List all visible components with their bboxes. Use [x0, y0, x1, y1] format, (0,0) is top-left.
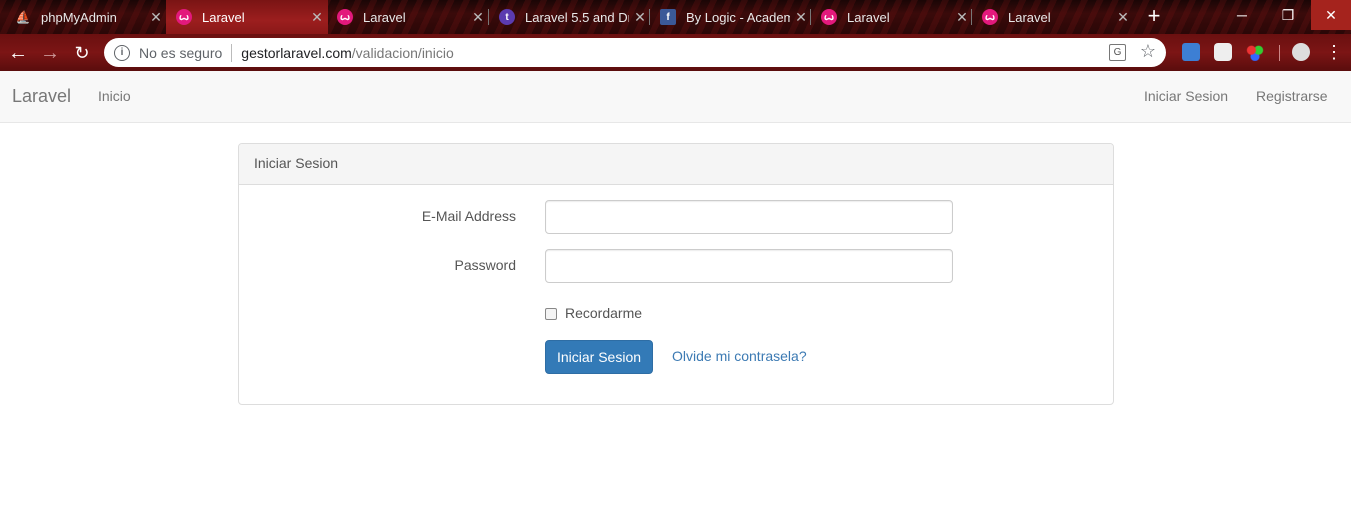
minimize-icon: ─	[1237, 7, 1247, 23]
tab-title: Laravel	[847, 9, 890, 25]
laravel-icon: ꙍ	[176, 9, 192, 25]
nav-link-inicio[interactable]: Inicio	[98, 88, 131, 104]
tab-laravel[interactable]: ꙍ Laravel ✕	[811, 0, 973, 34]
browser-tabstrip: ⛵ phpMyAdmin ✕ ꙍ Laravel ✕ ꙍ Laravel ✕ t…	[0, 0, 1351, 34]
url-host: gestorlaravel.com	[241, 44, 352, 61]
nav-link-iniciar-sesion[interactable]: Iniciar Sesion	[1144, 88, 1228, 104]
extension-icon[interactable]	[1182, 43, 1200, 61]
browser-toolbar: ← → ↻ i No es seguro gestorlaravel.com /…	[0, 34, 1351, 71]
restore-icon: ❐	[1281, 6, 1295, 23]
close-tab-icon[interactable]: ✕	[629, 9, 651, 26]
tab-title: By Logic - Academ	[686, 9, 790, 25]
tab-title: phpMyAdmin	[41, 9, 117, 25]
restore-button[interactable]: ❐	[1265, 0, 1311, 30]
facebook-icon: f	[660, 9, 676, 25]
nav-link-registrarse[interactable]: Registrarse	[1256, 88, 1328, 104]
tab-phpmyadmin[interactable]: ⛵ phpMyAdmin ✕	[5, 0, 167, 34]
divider	[231, 43, 233, 62]
info-icon[interactable]: i	[114, 44, 130, 61]
back-button[interactable]: ←	[5, 40, 31, 66]
tab-laravel[interactable]: ꙍ Laravel ✕	[972, 0, 1134, 34]
panel-heading: Iniciar Sesion	[239, 144, 1113, 185]
tab-laravel-dr[interactable]: t Laravel 5.5 and Dr ✕	[489, 0, 651, 34]
browser-menu-icon[interactable]: ⋮	[1325, 41, 1343, 63]
reload-button[interactable]: ↻	[69, 40, 95, 66]
close-tab-icon[interactable]: ✕	[790, 9, 812, 26]
close-tab-icon[interactable]: ✕	[306, 9, 328, 26]
forgot-password-link[interactable]: Olvide mi contrasela?	[672, 348, 807, 364]
close-icon: ✕	[1325, 6, 1337, 23]
tab-bylogic[interactable]: f By Logic - Academ ✕	[650, 0, 812, 34]
address-bar[interactable]: i No es seguro gestorlaravel.com /valida…	[104, 38, 1166, 67]
new-tab-button[interactable]: +	[1142, 5, 1166, 29]
security-label: No es seguro	[139, 44, 223, 61]
tab-title: Laravel 5.5 and Dr	[525, 9, 629, 25]
site-navbar: Laravel Inicio Iniciar Sesion Registrars…	[0, 71, 1351, 123]
password-label: Password	[454, 257, 516, 273]
tab-laravel-active[interactable]: ꙍ Laravel ✕	[166, 0, 328, 34]
minimize-button[interactable]: ─	[1219, 0, 1265, 30]
login-submit-button[interactable]: Iniciar Sesion	[545, 340, 653, 374]
close-tab-icon[interactable]: ✕	[467, 9, 489, 26]
tab-title: Laravel	[202, 9, 245, 25]
email-field[interactable]	[545, 200, 953, 234]
profile-avatar-icon[interactable]	[1292, 43, 1310, 61]
cube-extension-icon[interactable]	[1214, 43, 1232, 61]
forward-arrow-icon: →	[40, 41, 60, 64]
laravel-icon: ꙍ	[821, 9, 837, 25]
laravel-icon: ꙍ	[982, 9, 998, 25]
forward-button[interactable]: →	[37, 40, 63, 66]
close-tab-icon[interactable]: ✕	[145, 9, 167, 26]
remember-label[interactable]: Recordarme	[565, 305, 642, 321]
login-panel: Iniciar Sesion E-Mail Address Password R…	[238, 143, 1114, 405]
reload-icon: ↻	[74, 42, 90, 63]
remember-checkbox[interactable]	[545, 308, 557, 320]
translate-icon[interactable]: G	[1109, 44, 1126, 61]
bookmark-star-icon[interactable]: ☆	[1140, 41, 1156, 62]
phpmyadmin-icon: ⛵	[15, 10, 31, 24]
tab-title: Laravel	[363, 9, 406, 25]
tab-title: Laravel	[1008, 9, 1051, 25]
t-logo-icon: t	[499, 9, 515, 25]
divider	[1279, 45, 1280, 61]
color-extension-icon[interactable]	[1246, 43, 1264, 61]
close-window-button[interactable]: ✕	[1311, 0, 1351, 30]
close-tab-icon[interactable]: ✕	[1112, 9, 1134, 26]
close-tab-icon[interactable]: ✕	[951, 9, 973, 26]
back-arrow-icon: ←	[8, 41, 28, 64]
password-field[interactable]	[545, 249, 953, 283]
url-path: /validacion/inicio	[351, 44, 454, 61]
web-page: Laravel Inicio Iniciar Sesion Registrars…	[0, 71, 1351, 531]
email-label: E-Mail Address	[421, 208, 516, 224]
brand-link[interactable]: Laravel	[12, 86, 71, 107]
laravel-icon: ꙍ	[337, 9, 353, 25]
tab-laravel[interactable]: ꙍ Laravel ✕	[327, 0, 489, 34]
